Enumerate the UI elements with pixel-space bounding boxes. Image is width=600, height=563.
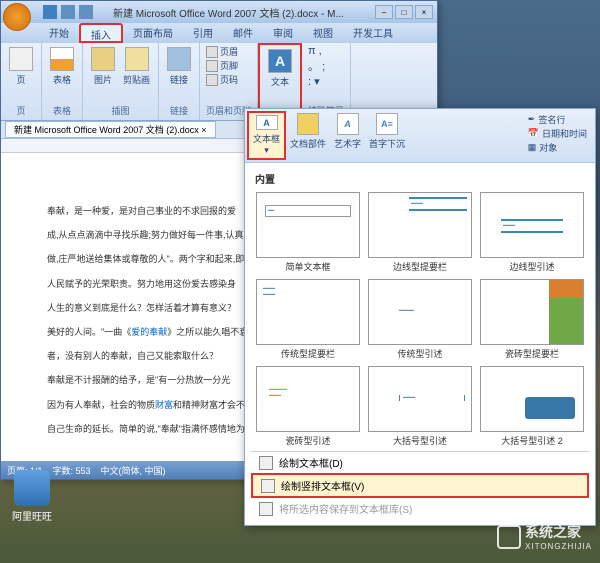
undo-icon[interactable] bbox=[61, 5, 75, 19]
clipart-icon bbox=[125, 47, 149, 71]
calendar-icon: 📅 bbox=[528, 128, 539, 139]
ribbon-tabs: 开始 插入 页面布局 引用 邮件 审阅 视图 开发工具 bbox=[1, 23, 437, 43]
gallery-item-simple[interactable]: ━━ 简单文本框 bbox=[255, 192, 361, 273]
symbol-button-3[interactable]: : ▾ bbox=[308, 75, 325, 88]
footer-button[interactable]: 页脚 bbox=[206, 59, 238, 72]
text-icon: A bbox=[268, 49, 292, 73]
textbox-dropdown-panel: A 文本框▾ 文档部件 A艺术字 A≡首字下沉 ✒签名行 📅日期和时间 ▦对象 … bbox=[244, 108, 596, 526]
object-icon: ▦ bbox=[528, 142, 537, 153]
gallery-item-tile-summary[interactable]: 瓷砖型提要栏 bbox=[479, 279, 585, 360]
draw-vertical-icon bbox=[261, 479, 275, 493]
page-icon bbox=[9, 47, 33, 71]
quick-access-toolbar bbox=[43, 5, 93, 19]
office-button[interactable] bbox=[3, 3, 31, 31]
group-table: 表格 表格 bbox=[42, 43, 83, 120]
gallery-footer: 绘制文本框(D) 绘制竖排文本框(V) 将所选内容保存到文本框库(S) bbox=[251, 451, 589, 519]
page-button[interactable]: 页 bbox=[7, 45, 35, 88]
gallery-item-brace-quote-2[interactable]: 大括号型引述 2 bbox=[479, 366, 585, 447]
gallery-item-border-summary[interactable]: ━━━━ 边线型提要栏 bbox=[367, 192, 473, 273]
document-tab[interactable]: 新建 Microsoft Office Word 2007 文档 (2).doc… bbox=[5, 121, 216, 138]
panel-options: ✒签名行 📅日期和时间 ▦对象 bbox=[522, 111, 593, 160]
minimize-button[interactable]: – bbox=[375, 5, 393, 19]
text-button[interactable]: A文本 bbox=[266, 47, 294, 90]
draw-textbox-option[interactable]: 绘制文本框(D) bbox=[251, 452, 589, 473]
draw-icon bbox=[259, 456, 273, 470]
wordart-button[interactable]: A艺术字 bbox=[330, 111, 365, 160]
header-icon bbox=[206, 46, 218, 58]
redo-icon[interactable] bbox=[79, 5, 93, 19]
gallery-item-brace-quote[interactable]: ━━━━ 大括号型引述 bbox=[367, 366, 473, 447]
gallery-item-tile-quote[interactable]: ━━━━━━━━━━ 瓷砖型引述 bbox=[255, 366, 361, 447]
tab-start[interactable]: 开始 bbox=[39, 23, 79, 43]
gallery-item-border-quote[interactable]: ━━━━ 边线型引述 bbox=[479, 192, 585, 273]
group-illustrations: 图片 剪贴画 插图 bbox=[83, 43, 159, 120]
textbox-icon: A bbox=[256, 115, 278, 130]
parts-icon bbox=[297, 113, 319, 135]
clipart-button[interactable]: 剪贴画 bbox=[121, 45, 152, 88]
textbox-dropdown-button[interactable]: A 文本框▾ bbox=[247, 111, 286, 160]
links-button[interactable]: 链接 bbox=[165, 45, 193, 88]
desktop-icon-aliwangwang[interactable]: 阿里旺旺 bbox=[12, 470, 52, 523]
panel-toolbar: A 文本框▾ 文档部件 A艺术字 A≡首字下沉 ✒签名行 📅日期和时间 ▦对象 bbox=[245, 109, 595, 163]
gallery-section-header: 内置 bbox=[251, 169, 589, 188]
group-page: 页 页 bbox=[1, 43, 42, 120]
table-icon bbox=[50, 47, 74, 71]
close-tab-icon[interactable]: × bbox=[201, 125, 206, 135]
symbol-button[interactable]: π , bbox=[308, 45, 325, 57]
dropcap-icon: A≡ bbox=[376, 113, 398, 135]
table-button[interactable]: 表格 bbox=[48, 45, 76, 88]
footer-icon bbox=[206, 60, 218, 72]
dropcap-button[interactable]: A≡首字下沉 bbox=[365, 111, 409, 160]
save-icon[interactable] bbox=[43, 5, 57, 19]
window-title: 新建 Microsoft Office Word 2007 文档 (2).doc… bbox=[113, 5, 344, 20]
aliwangwang-icon bbox=[14, 470, 50, 506]
gallery-item-trad-summary[interactable]: ━━━━━━━━ 传统型提要栏 bbox=[255, 279, 361, 360]
wordart-icon: A bbox=[337, 113, 359, 135]
title-bar: 新建 Microsoft Office Word 2007 文档 (2).doc… bbox=[1, 1, 437, 23]
pagenumber-icon bbox=[206, 74, 218, 86]
watermark: 系统之家 XITONGZHIJIA bbox=[497, 522, 592, 551]
gallery-item-trad-quote[interactable]: ━━━━━ 传统型引述 bbox=[367, 279, 473, 360]
tab-view[interactable]: 视图 bbox=[303, 23, 343, 43]
link-icon bbox=[167, 47, 191, 71]
tab-layout[interactable]: 页面布局 bbox=[123, 23, 183, 43]
tab-mail[interactable]: 邮件 bbox=[223, 23, 263, 43]
signature-button[interactable]: ✒签名行 bbox=[528, 113, 587, 126]
save-gallery-icon bbox=[259, 502, 273, 516]
language-status[interactable]: 中文(简体, 中国) bbox=[101, 464, 166, 477]
symbol-button-2[interactable]: 。 ; bbox=[308, 58, 325, 74]
datetime-button[interactable]: 📅日期和时间 bbox=[528, 127, 587, 140]
pagenumber-button[interactable]: 页码 bbox=[206, 73, 238, 86]
draw-vertical-textbox-option[interactable]: 绘制竖排文本框(V) bbox=[251, 473, 589, 498]
object-button[interactable]: ▦对象 bbox=[528, 141, 587, 154]
parts-button[interactable]: 文档部件 bbox=[286, 111, 330, 160]
word-count[interactable]: 字数: 553 bbox=[53, 464, 91, 477]
watermark-logo-icon bbox=[497, 525, 521, 549]
textbox-gallery: 内置 ━━ 简单文本框 ━━━━ 边线型提要栏 ━━━━ 边线型引述 ━━━━━… bbox=[245, 163, 595, 525]
group-links: 链接 链接 bbox=[159, 43, 200, 120]
picture-icon bbox=[91, 47, 115, 71]
tab-dev[interactable]: 开发工具 bbox=[343, 23, 403, 43]
tab-review[interactable]: 审阅 bbox=[263, 23, 303, 43]
close-button[interactable]: × bbox=[415, 5, 433, 19]
tab-insert[interactable]: 插入 bbox=[79, 23, 123, 43]
save-to-gallery-option[interactable]: 将所选内容保存到文本框库(S) bbox=[251, 498, 589, 519]
maximize-button[interactable]: □ bbox=[395, 5, 413, 19]
picture-button[interactable]: 图片 bbox=[89, 45, 117, 88]
signature-icon: ✒ bbox=[528, 114, 536, 125]
tab-references[interactable]: 引用 bbox=[183, 23, 223, 43]
header-button[interactable]: 页眉 bbox=[206, 45, 238, 58]
